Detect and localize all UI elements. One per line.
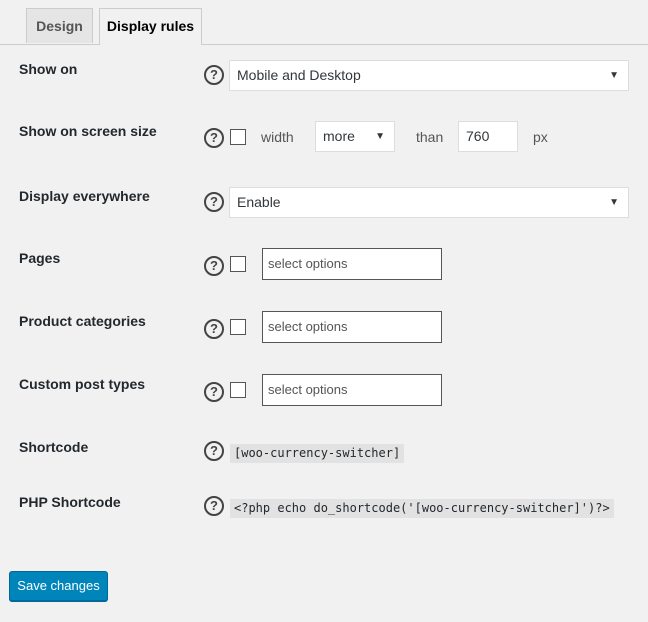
php-shortcode-code: <?php echo do_shortcode('[woo-currency-s… (230, 499, 614, 518)
show-on-select-value: Mobile and Desktop (237, 67, 361, 83)
pages-multiselect[interactable]: select options (262, 248, 442, 280)
custom-post-types-label: Custom post types (19, 376, 146, 392)
save-changes-button[interactable]: Save changes (9, 571, 108, 601)
product-categories-label: Product categories (19, 313, 146, 329)
comparator-select[interactable]: more ▼ (315, 121, 395, 152)
pages-help-icon[interactable]: ? (204, 256, 224, 276)
chevron-down-icon: ▼ (609, 197, 619, 208)
screen-size-help-icon[interactable]: ? (204, 128, 224, 148)
show-on-select[interactable]: Mobile and Desktop ▼ (229, 60, 629, 91)
width-text: width (261, 129, 294, 145)
show-on-label: Show on (19, 61, 78, 77)
tab-display-rules[interactable]: Display rules (99, 8, 202, 45)
chevron-down-icon: ▼ (609, 70, 619, 81)
screen-size-label: Show on screen size (19, 123, 157, 139)
php-shortcode-label: PHP Shortcode (19, 494, 121, 510)
screen-width-input[interactable]: 760 (458, 121, 518, 152)
product-categories-checkbox[interactable] (230, 319, 246, 335)
comparator-select-value: more (323, 128, 355, 144)
screen-size-checkbox[interactable] (230, 129, 246, 145)
tab-bar: Design Display rules (0, 0, 648, 45)
tab-design[interactable]: Design (26, 8, 93, 43)
product-categories-help-icon[interactable]: ? (204, 319, 224, 339)
pages-label: Pages (19, 250, 61, 266)
custom-post-types-help-icon[interactable]: ? (204, 382, 224, 402)
shortcode-code: [woo-currency-switcher] (230, 444, 405, 463)
custom-post-types-multiselect[interactable]: select options (262, 374, 442, 406)
show-on-help-icon[interactable]: ? (204, 65, 224, 85)
display-everywhere-label: Display everywhere (19, 188, 150, 204)
product-categories-multiselect[interactable]: select options (262, 311, 442, 343)
pages-checkbox[interactable] (230, 256, 246, 272)
shortcode-help-icon[interactable]: ? (204, 441, 224, 461)
display-everywhere-select-value: Enable (237, 194, 281, 210)
php-shortcode-help-icon[interactable]: ? (204, 496, 224, 516)
chevron-down-icon: ▼ (375, 131, 385, 142)
display-everywhere-select[interactable]: Enable ▼ (229, 187, 629, 218)
shortcode-label: Shortcode (19, 439, 89, 455)
px-unit-text: px (533, 129, 548, 145)
display-everywhere-help-icon[interactable]: ? (204, 192, 224, 212)
than-text: than (416, 129, 444, 145)
custom-post-types-checkbox[interactable] (230, 382, 246, 398)
